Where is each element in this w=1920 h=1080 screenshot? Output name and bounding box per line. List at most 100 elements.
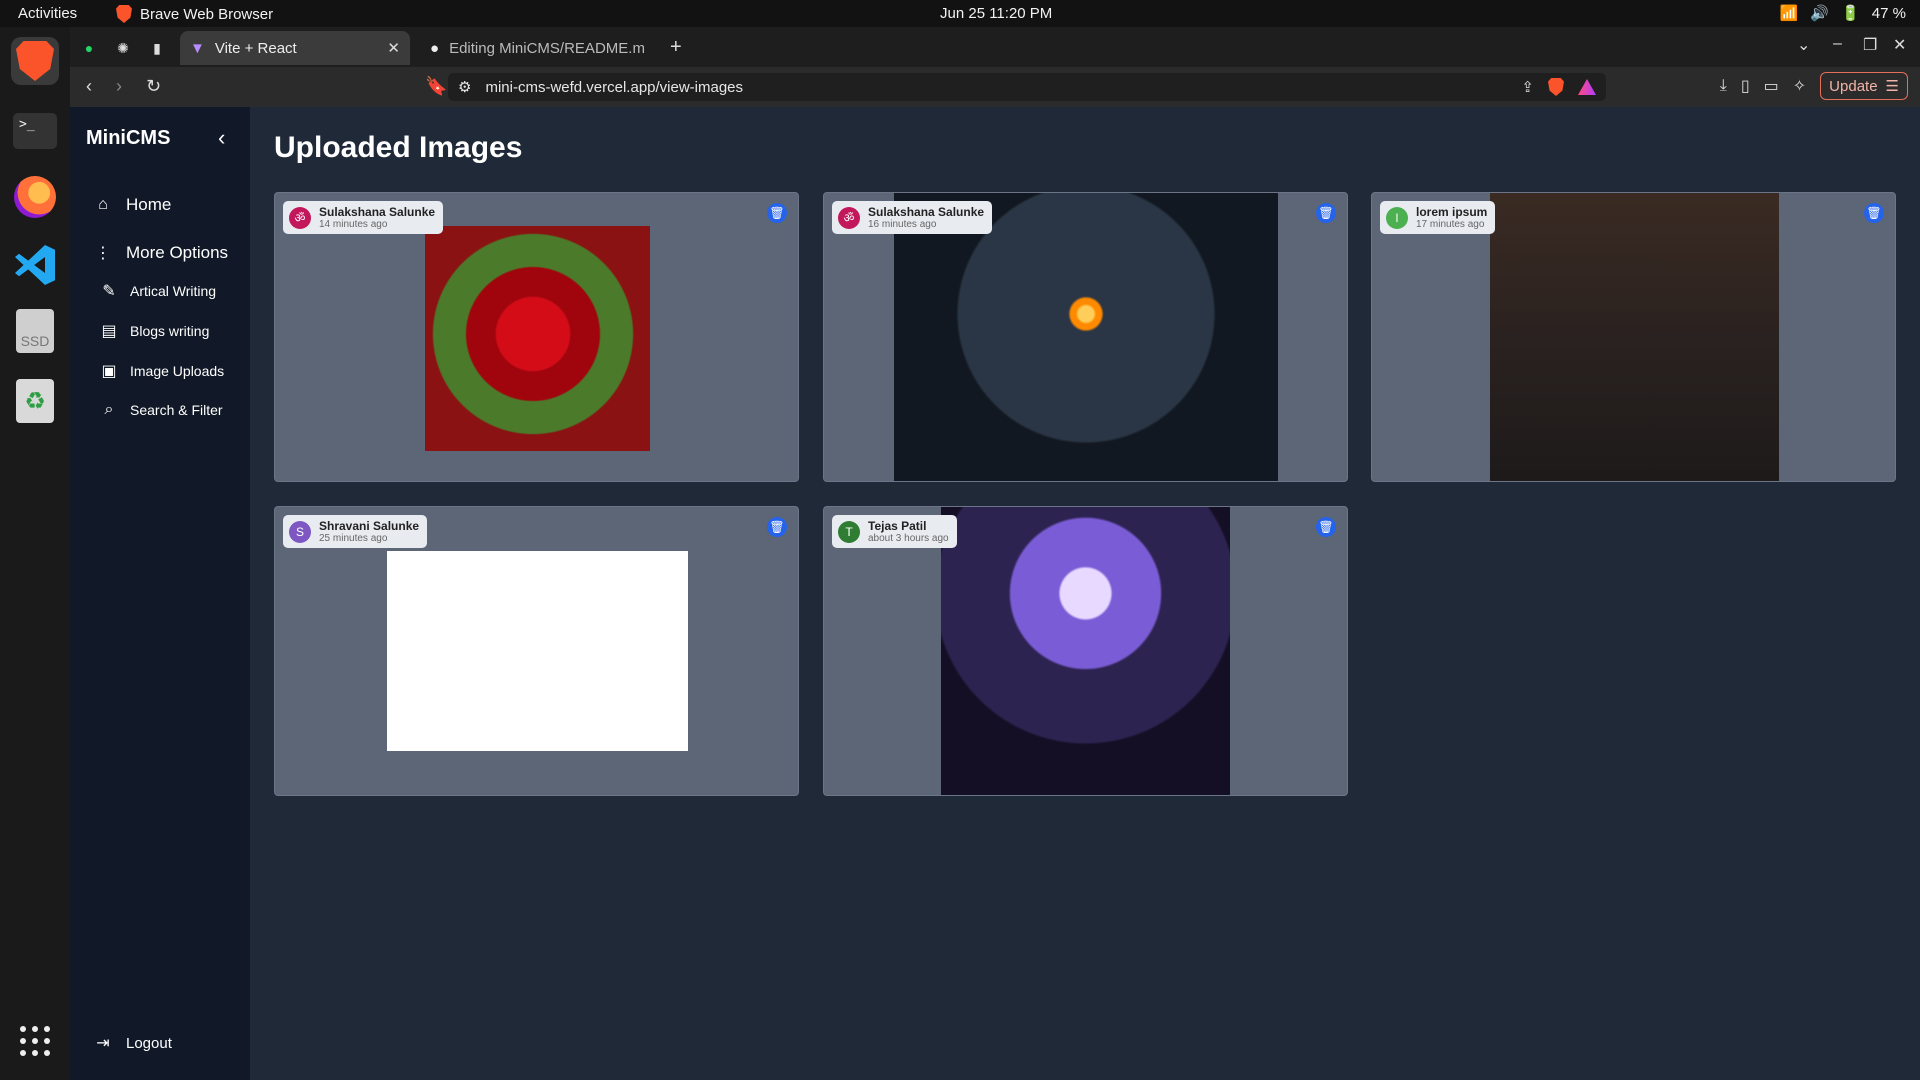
delete-image-button[interactable]: 🗑 bbox=[767, 203, 787, 223]
wallet-icon[interactable]: ▭ bbox=[1764, 76, 1779, 96]
author-badge: ॐ Sulakshana Salunke 16 minutes ago bbox=[832, 201, 993, 234]
uploaded-image[interactable] bbox=[941, 507, 1230, 795]
brand-title: MiniCMS bbox=[86, 127, 171, 149]
url-text[interactable]: mini-cms-wefd.vercel.app/view-images bbox=[485, 79, 743, 96]
author-name: lorem ipsum bbox=[1416, 205, 1488, 219]
trash-icon: 🗑 bbox=[1318, 206, 1334, 220]
app-sidebar: MiniCMS ‹ ⌂ Home ⋮ More Options ✎ Artica… bbox=[70, 107, 250, 1080]
delete-image-button[interactable]: 🗑 bbox=[1864, 203, 1884, 223]
nav-home[interactable]: ⌂ Home bbox=[94, 195, 171, 215]
site-info-icon[interactable]: ⚙ bbox=[458, 78, 471, 96]
active-app-indicator[interactable]: Brave Web Browser bbox=[116, 5, 273, 23]
logout-button[interactable]: ⇥ Logout bbox=[94, 1033, 172, 1053]
tab-github-readme[interactable]: ● Editing MiniCMS/README.m bbox=[420, 31, 660, 65]
dock: >_ SSD ♻ bbox=[0, 27, 70, 1080]
new-tab-button[interactable]: + bbox=[670, 36, 682, 59]
nav-image-uploads[interactable]: ▣ Image Uploads bbox=[100, 361, 224, 381]
image-card[interactable]: S Shravani Salunke 25 minutes ago 🗑 bbox=[274, 506, 799, 796]
activities-button[interactable]: Activities bbox=[18, 5, 77, 22]
app-grid-icon bbox=[20, 1026, 50, 1056]
upload-time: about 3 hours ago bbox=[868, 533, 949, 544]
dock-ssd[interactable]: SSD bbox=[11, 307, 59, 355]
author-name: Shravani Salunke bbox=[319, 519, 420, 533]
wifi-icon: 📶 bbox=[1779, 5, 1799, 22]
dock-trash[interactable]: ♻ bbox=[11, 377, 59, 425]
upload-time: 17 minutes ago bbox=[1416, 219, 1485, 230]
image-icon: ▣ bbox=[101, 363, 117, 380]
author-avatar: ॐ bbox=[289, 206, 311, 229]
uploaded-image[interactable] bbox=[1490, 193, 1779, 481]
nav-search-filter[interactable]: ⌕ Search & Filter bbox=[100, 401, 223, 419]
restore-button[interactable]: ❐ bbox=[1863, 35, 1877, 55]
page-title: Uploaded Images bbox=[274, 131, 523, 164]
author-badge: l lorem ipsum 17 minutes ago bbox=[1380, 201, 1496, 234]
dock-firefox[interactable] bbox=[11, 173, 59, 221]
ssd-drive-icon: SSD bbox=[16, 309, 54, 353]
github-icon: ● bbox=[430, 39, 440, 57]
system-tray[interactable]: 📶 🔊 🔋 47 % bbox=[1779, 4, 1906, 23]
nav-more-options[interactable]: ⋮ More Options bbox=[94, 243, 228, 263]
nav-item-label: Search & Filter bbox=[130, 402, 223, 418]
battery-icon: 🔋 bbox=[1841, 5, 1860, 22]
image-card[interactable]: T Tejas Patil about 3 hours ago 🗑 bbox=[823, 506, 1348, 796]
author-avatar: l bbox=[1386, 206, 1408, 229]
collapse-sidebar-icon[interactable]: ‹ bbox=[218, 125, 225, 151]
upload-time: 16 minutes ago bbox=[868, 219, 937, 230]
nav-blogs-writing[interactable]: ▤ Blogs writing bbox=[100, 321, 209, 341]
pinned-tab-whatsapp[interactable]: ● bbox=[76, 35, 102, 61]
system-top-bar: Activities Brave Web Browser Jun 25 11:2… bbox=[0, 0, 1920, 27]
forward-button[interactable]: › bbox=[116, 76, 122, 97]
nav-home-label: Home bbox=[126, 195, 172, 214]
delete-image-button[interactable]: 🗑 bbox=[1316, 203, 1336, 223]
vertical-dots-icon: ⋮ bbox=[95, 245, 111, 262]
bookmark-icon[interactable]: 🔖 bbox=[425, 76, 447, 97]
sidebar-toggle-icon[interactable]: ▯ bbox=[1741, 76, 1750, 96]
pinned-tab-3[interactable]: ▮ bbox=[144, 35, 170, 61]
address-bar[interactable]: ⚙ mini-cms-wefd.vercel.app/view-images ⇪ bbox=[448, 73, 1606, 101]
author-badge: ॐ Sulakshana Salunke 14 minutes ago bbox=[283, 201, 444, 234]
author-name: Sulakshana Salunke bbox=[319, 205, 436, 219]
author-avatar: S bbox=[289, 520, 311, 543]
uploaded-image[interactable] bbox=[894, 193, 1278, 481]
close-window-button[interactable]: ✕ bbox=[1893, 35, 1906, 55]
leo-ai-icon[interactable]: ✧ bbox=[1793, 76, 1806, 96]
reload-button[interactable]: ↻ bbox=[146, 76, 161, 97]
share-icon[interactable]: ⇪ bbox=[1521, 78, 1534, 96]
browser-toolbar: ‹ › ↻ 🔖 ⚙ mini-cms-wefd.vercel.app/view-… bbox=[70, 67, 1920, 107]
upload-time: 25 minutes ago bbox=[319, 533, 388, 544]
tab-list-chevron-icon[interactable]: ⌄ bbox=[1797, 35, 1810, 55]
author-badge: T Tejas Patil about 3 hours ago bbox=[832, 515, 957, 548]
download-icon[interactable]: ⤓ bbox=[1720, 77, 1727, 95]
delete-image-button[interactable]: 🗑 bbox=[1316, 517, 1336, 537]
update-label: Update bbox=[1829, 77, 1878, 95]
trash-icon: 🗑 bbox=[1866, 206, 1882, 220]
firefox-icon bbox=[14, 176, 56, 218]
dock-terminal[interactable]: >_ bbox=[11, 107, 59, 155]
dock-brave[interactable] bbox=[11, 37, 59, 85]
tab-vite-react[interactable]: ▼ Vite + React ✕ bbox=[180, 31, 410, 65]
pinned-tab-2[interactable]: ✺ bbox=[110, 35, 136, 61]
clock[interactable]: Jun 25 11:20 PM bbox=[940, 5, 1052, 22]
minimize-button[interactable]: – bbox=[1833, 35, 1842, 53]
image-card[interactable]: ॐ Sulakshana Salunke 14 minutes ago 🗑 bbox=[274, 192, 799, 482]
show-apps-button[interactable] bbox=[11, 1017, 59, 1065]
image-card[interactable]: l lorem ipsum 17 minutes ago 🗑 bbox=[1371, 192, 1896, 482]
uploaded-image[interactable] bbox=[387, 551, 688, 751]
volume-icon: 🔊 bbox=[1810, 5, 1830, 22]
close-tab-icon[interactable]: ✕ bbox=[387, 39, 400, 57]
image-card[interactable]: ॐ Sulakshana Salunke 16 minutes ago 🗑 bbox=[823, 192, 1348, 482]
search-icon: ⌕ bbox=[104, 401, 114, 418]
trash-icon: 🗑 bbox=[1318, 520, 1334, 534]
dock-vscode[interactable] bbox=[11, 241, 59, 289]
uploaded-image[interactable] bbox=[425, 226, 650, 451]
delete-image-button[interactable]: 🗑 bbox=[767, 517, 787, 537]
author-name: Tejas Patil bbox=[868, 519, 927, 533]
nav-artical-writing[interactable]: ✎ Artical Writing bbox=[100, 281, 216, 301]
brave-shields-icon[interactable] bbox=[1548, 78, 1564, 96]
back-button[interactable]: ‹ bbox=[86, 76, 92, 97]
nav-item-label: Artical Writing bbox=[130, 283, 217, 299]
document-icon: ▤ bbox=[101, 323, 117, 340]
trash-icon: 🗑 bbox=[769, 206, 785, 220]
brave-rewards-icon[interactable] bbox=[1578, 79, 1596, 95]
update-button[interactable]: Update ☰ bbox=[1820, 72, 1908, 100]
